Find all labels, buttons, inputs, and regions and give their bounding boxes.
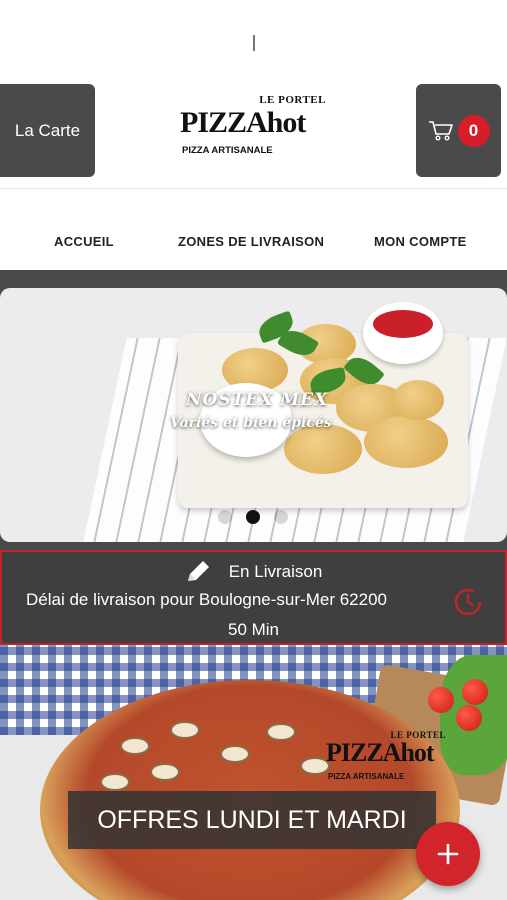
slider-dot-active[interactable]	[246, 510, 260, 524]
tomato-decoration	[462, 679, 488, 705]
tomato-decoration	[456, 705, 482, 731]
header-divider	[0, 188, 507, 189]
main-nav: ACCUEIL ZONES DE LIVRAISON MON COMPTE	[0, 212, 507, 270]
status-bar	[0, 0, 507, 78]
slide-title: NOSTEX MEX	[186, 390, 329, 410]
mushroom-decoration	[120, 737, 150, 755]
offer-banner[interactable]: OFFRES LUNDI ET MARDI	[68, 791, 436, 849]
delivery-info-panel[interactable]: En Livraison Délai de livraison pour Bou…	[0, 550, 507, 645]
logo-sub-text: PIZZA ARTISANALE	[182, 145, 273, 156]
clock-icon	[454, 588, 482, 616]
hero-slider[interactable]: NOSTEX MEX Variés et bien épicés	[0, 270, 507, 550]
mushroom-decoration	[266, 723, 296, 741]
promo-logo: LE PORTEL PIZZAhot PIZZA ARTISANALE	[326, 730, 446, 790]
logo-top-text: LE PORTEL	[259, 94, 326, 106]
mushroom-decoration	[150, 763, 180, 781]
nav-item-accueil[interactable]: ACCUEIL	[54, 234, 114, 249]
delivery-duration: 50 Min	[227, 620, 280, 639]
brand-logo[interactable]: LE PORTEL PIZZAhot PIZZA ARTISANALE	[180, 92, 330, 162]
cart-button[interactable]: 0	[416, 84, 501, 177]
food-decoration	[284, 424, 362, 474]
promo-card[interactable]: LE PORTEL PIZZAhot PIZZA ARTISANALE OFFR…	[0, 645, 507, 900]
delivery-mode-row[interactable]: En Livraison	[2, 560, 505, 584]
promo-logo-main-text: PIZZAhot	[326, 738, 435, 767]
slider-pagination	[218, 510, 288, 524]
nav-item-mon-compte[interactable]: MON COMPTE	[374, 234, 467, 249]
mushroom-decoration	[170, 721, 200, 739]
slider-dot[interactable]	[218, 510, 232, 524]
cart-count-badge: 0	[457, 114, 490, 147]
mushroom-decoration	[100, 773, 130, 791]
tomato-decoration	[428, 687, 454, 713]
promo-logo-sub-text: PIZZA ARTISANALE	[328, 772, 405, 781]
slide-image[interactable]: NOSTEX MEX Variés et bien épicés	[0, 288, 507, 542]
sauce-bowl-decoration	[363, 302, 443, 364]
delivery-delay-text: Délai de livraison pour Boulogne-sur-Mer…	[26, 590, 387, 609]
slide-subtitle: Variés et bien épicés	[170, 415, 332, 431]
add-button[interactable]	[416, 822, 480, 886]
cart-icon	[428, 120, 453, 141]
food-decoration	[392, 380, 444, 420]
app-header: La Carte LE PORTEL PIZZAhot PIZZA ARTISA…	[0, 84, 507, 180]
plus-icon	[437, 843, 459, 865]
delivery-mode-label: En Livraison	[228, 562, 323, 581]
slider-dot[interactable]	[274, 510, 288, 524]
nav-item-zones-livraison[interactable]: ZONES DE LIVRAISON	[178, 234, 324, 249]
mushroom-decoration	[220, 745, 250, 763]
offer-banner-label: OFFRES LUNDI ET MARDI	[97, 805, 407, 834]
menu-button-label: La Carte	[14, 120, 81, 140]
menu-button[interactable]: La Carte	[0, 84, 95, 177]
status-indicator	[253, 35, 255, 51]
logo-main-text: PIZZAhot	[180, 106, 306, 139]
food-decoration	[364, 416, 448, 468]
pencil-icon	[187, 561, 209, 581]
